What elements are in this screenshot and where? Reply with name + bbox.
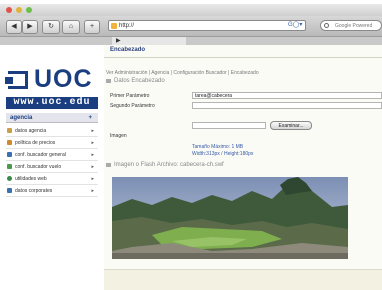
shield-icon <box>7 140 12 145</box>
footer-band <box>104 269 382 290</box>
arrow-right-icon: ▸ <box>91 188 94 194</box>
arrow-right-icon: ▸ <box>91 176 94 182</box>
sidebar-item-label: utilidades web <box>15 176 47 182</box>
arrow-right-icon: ▸ <box>91 128 94 134</box>
search-placeholder: Google Powered <box>335 23 373 29</box>
reload-button[interactable]: ↻ <box>42 20 60 34</box>
close-window-icon[interactable] <box>6 7 12 13</box>
image-max-size: Tamaño Máximo: 1 MB <box>192 144 244 150</box>
arrow-right-icon: ▸ <box>91 164 94 170</box>
sidebar-item-buscador-vuelo[interactable]: conf. buscador vuelo ▸ <box>6 161 98 173</box>
tab-current[interactable]: ▶ <box>112 37 186 45</box>
page-title: Encabezado <box>110 47 146 53</box>
sidebar-item-utilidades-web[interactable]: utilidades web ▸ <box>6 173 98 185</box>
site-icon <box>111 23 117 29</box>
sidebar-item-politica-precios[interactable]: política de precios ▸ <box>6 137 98 149</box>
search-icon <box>324 23 329 28</box>
page-content: UOC www.uoc.edu agencia + datos agencia … <box>0 45 382 290</box>
imagen-label: Imagen <box>110 133 127 139</box>
sidebar-item-label: datos agencia <box>15 128 47 134</box>
search-input[interactable]: Google Powered <box>320 20 382 31</box>
primer-parametro-field[interactable]: tarea@cabecera <box>192 92 382 99</box>
uoc-logo: UOC <box>5 65 102 95</box>
address-tools[interactable]: G◯▾ <box>288 21 302 28</box>
primer-parametro-value: tarea@cabecera <box>195 93 233 99</box>
section-bullet-icon <box>106 79 111 83</box>
globe-icon <box>7 176 12 181</box>
site-url-badge: www.uoc.edu <box>6 97 98 109</box>
title-divider <box>104 57 382 58</box>
image-dimensions: Width:313px / Height:180px <box>192 151 254 157</box>
header-image-preview <box>112 177 348 259</box>
browse-button[interactable]: Examinar... <box>270 121 312 130</box>
file-icon <box>7 128 12 133</box>
forward-button[interactable]: ▶ <box>22 20 38 34</box>
sidebar-item-label: política de precios <box>15 140 56 146</box>
sidebar-item-label: conf. buscador vuelo <box>15 164 62 170</box>
arrow-right-icon: ▸ <box>91 140 94 146</box>
browser-toolbar: ◀ ▶ ↻ ⌂ + http:// G◯▾ Google Powered <box>0 16 382 37</box>
address-value: http:// <box>119 23 135 29</box>
arrow-right-icon: ▸ <box>91 152 94 158</box>
expand-icon: + <box>88 115 92 121</box>
sidebar-item-label: conf. buscador general <box>15 152 66 158</box>
menu-header-label: agencia <box>10 115 33 121</box>
section-bullet-icon <box>106 163 111 167</box>
logo-text: UOC <box>34 65 93 93</box>
add-bookmark-button[interactable]: + <box>84 20 100 34</box>
sidebar: UOC www.uoc.edu agencia + datos agencia … <box>0 45 104 290</box>
segundo-parametro-field[interactable] <box>192 102 382 109</box>
people-icon <box>7 188 12 193</box>
sidebar-menu: datos agencia ▸ política de precios ▸ co… <box>6 125 98 197</box>
mountain-ruins-image <box>112 177 348 259</box>
section-title: Datos Encabezado <box>114 78 165 84</box>
home-button[interactable]: ⌂ <box>62 20 80 34</box>
sidebar-item-datos-corporates[interactable]: datos corporates ▸ <box>6 185 98 197</box>
gear-icon <box>7 164 12 169</box>
tab-strip: ▶ <box>0 37 382 45</box>
sidebar-item-buscador-general[interactable]: conf. buscador general ▸ <box>6 149 98 161</box>
title-bar <box>0 4 382 16</box>
primer-parametro-label: Primer Parámetro <box>110 93 150 99</box>
address-bar[interactable]: http:// <box>108 20 306 31</box>
sidebar-item-datos-agencia[interactable]: datos agencia ▸ <box>6 125 98 137</box>
section-title: Imagen o Flash Archivo: cabecera-ch.swf <box>114 162 224 168</box>
imagen-file-field[interactable] <box>192 122 266 129</box>
back-button[interactable]: ◀ <box>6 20 22 34</box>
gear-icon <box>7 152 12 157</box>
window-controls <box>6 7 32 13</box>
minimize-window-icon[interactable] <box>16 7 22 13</box>
section-imagen-flash: Imagen o Flash Archivo: cabecera-ch.swf <box>106 161 378 169</box>
segundo-parametro-label: Segundo Parámetro <box>110 103 155 109</box>
logo-dot <box>5 77 13 84</box>
section-datos-encabezado: Datos Encabezado <box>106 77 378 85</box>
menu-header-agencia[interactable]: agencia + <box>6 113 98 123</box>
main-content: Encabezado Ver Administración | Agencia … <box>104 45 382 290</box>
breadcrumb: Ver Administración | Agencia | Configura… <box>106 70 259 76</box>
sidebar-item-label: datos corporates <box>15 188 53 194</box>
zoom-window-icon[interactable] <box>26 7 32 13</box>
browser-window: ◀ ▶ ↻ ⌂ + http:// G◯▾ Google Powered ▶ U… <box>0 4 382 290</box>
